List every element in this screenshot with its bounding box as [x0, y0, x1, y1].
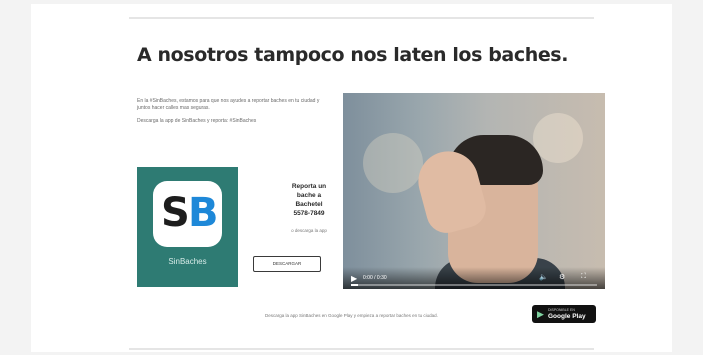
logo-letter-s: S [161, 190, 190, 236]
report-line-2: bache a [296, 192, 322, 199]
volume-icon[interactable]: 🔈 [539, 273, 548, 281]
app-logo-tile: S B [153, 181, 222, 247]
landing-page: A nosotros tampoco nos laten los baches.… [31, 4, 672, 352]
app-name: SinBaches [168, 257, 207, 266]
background-bokeh [533, 113, 583, 163]
download-button[interactable]: DESCARGAR [253, 256, 321, 272]
intro-paragraph-1: En la #SinBaches, estamos para que nos a… [137, 98, 320, 111]
report-line-4: 5578-7849 [293, 210, 325, 217]
background-bokeh [363, 133, 423, 193]
google-play-icon: ▶ [537, 309, 544, 319]
google-play-badge[interactable]: ▶ DISPONIBLE EN Google Play [532, 305, 596, 323]
footer-text: Descarga la app SinBaches en Google Play… [265, 313, 438, 318]
page-title: A nosotros tampoco nos laten los baches. [137, 44, 569, 66]
logo-letter-b: B [188, 190, 219, 236]
video-progress-fill [351, 284, 359, 286]
report-line-1: Reporta un [291, 183, 327, 190]
intro-paragraph-2: Descarga la app de SinBaches y reporta: … [137, 118, 257, 124]
fullscreen-icon[interactable]: ⛶ [581, 273, 586, 281]
video-progress-bar[interactable] [351, 284, 597, 286]
report-subtext: o descarga la app [291, 228, 327, 233]
report-info: Reporta un bache a Bachetel 5578-7849 o … [279, 182, 339, 235]
bottom-divider [129, 348, 594, 350]
intro-text: En la #SinBaches, estamos para que nos a… [137, 98, 327, 131]
play-icon[interactable]: ▶ [351, 274, 357, 283]
video-player[interactable]: ▶ 0:00 / 0:30 🔈 ⚙ ⛶ [343, 93, 605, 289]
report-line-3: Bachetel [295, 201, 323, 208]
settings-icon[interactable]: ⚙ [559, 273, 565, 281]
store-caption: DISPONIBLE EN [548, 308, 575, 312]
sinbaches-app-icon[interactable]: S B SinBaches [137, 167, 238, 287]
top-divider [129, 17, 594, 19]
video-time: 0:00 / 0:30 [363, 275, 387, 281]
video-controls: ▶ 0:00 / 0:30 🔈 ⚙ ⛶ [343, 267, 605, 289]
store-name: Google Play [548, 313, 586, 320]
